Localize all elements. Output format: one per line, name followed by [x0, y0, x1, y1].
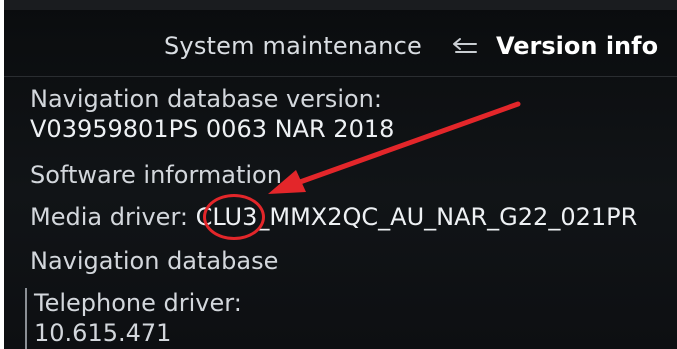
annotation-circle: [203, 194, 265, 240]
list-scroll-indicator: [25, 288, 27, 349]
breadcrumb-parent[interactable]: System maintenance: [164, 32, 422, 60]
telephone-driver-value: 10.615.471: [34, 319, 172, 347]
media-driver-label: Media driver:: [30, 203, 196, 231]
return-arrow-icon[interactable]: [450, 36, 482, 58]
media-driver-row: Media driver: CLU3_MMX2QC_AU_NAR_G22_021…: [30, 202, 637, 232]
header-divider: [4, 76, 677, 77]
screen-bezel: [4, 0, 677, 10]
version-info-list: Navigation database version: V03959801PS…: [4, 80, 677, 349]
title-bar: System maintenance Version info: [4, 22, 664, 70]
nav-db-version-value: V03959801PS 0063 NAR 2018: [30, 115, 395, 143]
infotainment-screen: System maintenance Version info Navigati…: [4, 0, 677, 349]
navigation-database-item[interactable]: Navigation database: [30, 246, 278, 276]
nav-db-version-label: Navigation database version:: [30, 85, 382, 113]
page-title: Version info: [496, 32, 659, 60]
telephone-driver-label: Telephone driver:: [34, 289, 242, 317]
software-information-heading: Software information: [30, 161, 282, 189]
